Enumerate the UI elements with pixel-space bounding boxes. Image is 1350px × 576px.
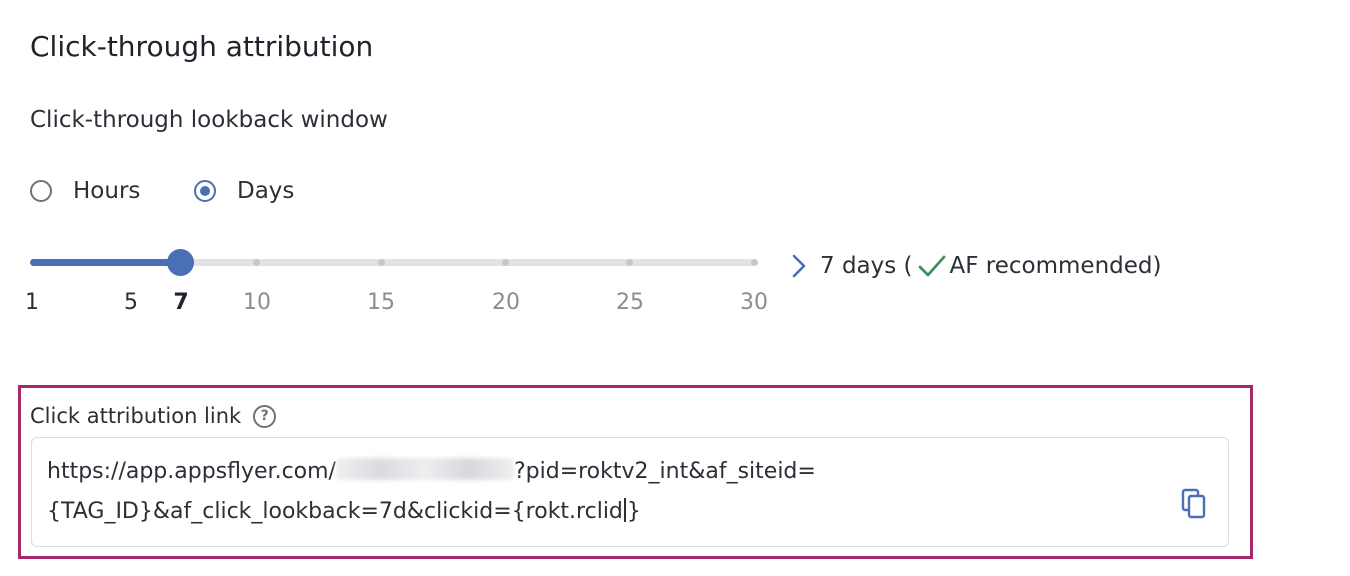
- recommendation-note: 7 days ( AF recommended): [792, 250, 1161, 282]
- slider-step-dot: [502, 259, 509, 266]
- slider-tick-label: 1: [25, 290, 39, 315]
- redacted-app-id: [335, 458, 514, 480]
- lookback-slider[interactable]: [30, 247, 770, 279]
- recommendation-value: 7 days (: [820, 253, 913, 279]
- slider-tick-label: 30: [740, 290, 768, 315]
- link-url-line2-end: }: [626, 499, 641, 524]
- slider-fill: [30, 259, 180, 266]
- recommendation-text: AF recommended): [949, 253, 1162, 279]
- chevron-right-icon: [792, 254, 806, 278]
- radio-days[interactable]: Days: [194, 176, 294, 206]
- attribution-link-label: Click attribution link ?: [30, 402, 277, 430]
- text-caret: [623, 498, 626, 522]
- slider-tick-label: 15: [367, 290, 395, 315]
- radio-days-label: Days: [237, 178, 295, 204]
- lookback-window-label: Click-through lookback window: [30, 107, 388, 133]
- slider-tick-label-selected: 7: [173, 290, 189, 315]
- check-icon: [918, 254, 946, 278]
- slider-tick-label: 20: [492, 290, 520, 315]
- section-title: Click-through attribution: [30, 30, 374, 63]
- slider-step-dot: [253, 259, 260, 266]
- attribution-link-text[interactable]: https://app.appsflyer.com/ ?pid=roktv2_in…: [47, 452, 1157, 532]
- slider-tick-label: 25: [616, 290, 644, 315]
- link-url-query: ?pid=roktv2_int&af_siteid=: [513, 459, 816, 484]
- radio-hours[interactable]: Hours: [30, 176, 140, 206]
- link-url-prefix: https://app.appsflyer.com/: [47, 459, 336, 484]
- slider-step-dot: [751, 259, 758, 266]
- slider-tick-label: 10: [243, 290, 271, 315]
- question-circle-icon[interactable]: ?: [253, 404, 277, 428]
- slider-step-dot: [626, 259, 633, 266]
- radio-days-circle[interactable]: [194, 180, 216, 202]
- copy-icon[interactable]: [1180, 488, 1210, 520]
- attribution-link-label-text: Click attribution link: [30, 404, 242, 428]
- radio-hours-label: Hours: [73, 178, 141, 204]
- slider-thumb[interactable]: [167, 249, 194, 276]
- link-url-line2: {TAG_ID}&af_click_lookback=7d&clickid={r…: [47, 499, 623, 524]
- slider-tick-label: 5: [124, 290, 138, 315]
- radio-hours-circle[interactable]: [30, 180, 52, 202]
- attribution-link-field[interactable]: https://app.appsflyer.com/ ?pid=roktv2_in…: [31, 437, 1229, 547]
- slider-step-dot: [378, 259, 385, 266]
